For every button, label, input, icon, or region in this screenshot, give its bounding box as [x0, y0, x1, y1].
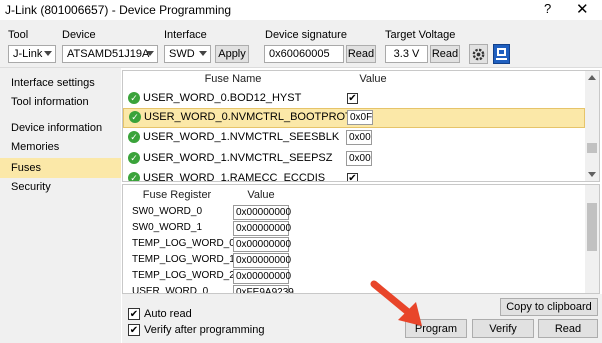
fuse-checkbox[interactable]: ✔: [347, 173, 358, 181]
scroll-thumb[interactable]: [587, 143, 597, 153]
tool-select-value: J-Link: [13, 48, 43, 60]
register-value-input[interactable]: 0x00000000: [233, 221, 291, 236]
tool-label: Tool: [8, 29, 29, 41]
verify-after-label: Verify after programming: [144, 324, 265, 336]
device-info-button[interactable]: [493, 44, 510, 64]
fuse-value-input[interactable]: 0x00: [346, 130, 372, 145]
check-circle-icon: ✓: [128, 92, 140, 104]
bottom-bar: ✔ Auto read ✔ Verify after programming C…: [122, 294, 602, 343]
chevron-down-icon: [146, 51, 154, 56]
scroll-thumb[interactable]: [587, 203, 597, 251]
settings-button[interactable]: [469, 44, 488, 64]
fuses-table: Fuse Name Value ✓ USER_WORD_0.BOD12_HYST…: [122, 70, 600, 182]
register-value-input[interactable]: 0xFE9A9239: [233, 285, 294, 293]
register-name: SW0_WORD_1: [132, 222, 203, 233]
annotation-arrow-icon: [370, 280, 422, 326]
verify-button[interactable]: Verify: [472, 319, 534, 338]
check-circle-icon: ✓: [129, 111, 141, 123]
help-button[interactable]: ?: [544, 1, 551, 16]
interface-select[interactable]: SWD: [164, 45, 211, 63]
fuse-name: USER_WORD_1.NVMCTRL_SEEPSZ: [143, 152, 333, 164]
title-bar: J-Link (801006657) - Device Programming …: [0, 0, 602, 20]
table-row[interactable]: ✓ USER_WORD_1.RAMECC_ECCDIS ✔: [123, 170, 585, 182]
vertical-scrollbar[interactable]: [585, 185, 599, 293]
auto-read-checkbox[interactable]: ✔: [128, 308, 140, 320]
read-button[interactable]: Read: [538, 319, 598, 338]
fuse-name: USER_WORD_1.RAMECC_ECCDIS: [143, 172, 326, 182]
register-name: SW0_WORD_0: [132, 206, 203, 217]
fuse-name: USER_WORD_1.NVMCTRL_SEESBLK: [143, 131, 340, 143]
tool-select[interactable]: J-Link: [8, 45, 56, 63]
check-circle-icon: ✓: [128, 131, 140, 143]
voltage-read-button[interactable]: Read: [430, 45, 460, 63]
register-value-input[interactable]: 0x00000000: [233, 237, 291, 252]
register-name: USER_WORD_0: [132, 286, 209, 294]
sidebar-item-tool-information[interactable]: Tool information: [0, 93, 121, 111]
sidebar: Interface settings Tool information Devi…: [0, 68, 121, 343]
table-row[interactable]: ✓ USER_WORD_1.NVMCTRL_SEESBLK 0x00: [123, 129, 585, 147]
auto-read-label: Auto read: [144, 308, 192, 320]
sidebar-item-fuses[interactable]: Fuses: [0, 158, 121, 178]
device-label: Device: [62, 29, 96, 41]
fuse-value-input[interactable]: 0x0F: [347, 110, 373, 125]
chevron-down-icon: [44, 51, 52, 56]
signature-read-button[interactable]: Read: [346, 45, 376, 63]
gear-icon: [472, 48, 485, 61]
window-title: J-Link (801006657) - Device Programming: [5, 3, 232, 17]
table-row[interactable]: ✓ USER_WORD_0.BOD12_HYST ✔: [123, 90, 585, 108]
sidebar-item-device-information[interactable]: Device information: [0, 119, 121, 137]
copy-to-clipboard-button[interactable]: Copy to clipboard: [500, 298, 598, 316]
signature-label: Device signature: [265, 29, 347, 41]
check-circle-icon: ✓: [128, 152, 140, 164]
scroll-up-icon[interactable]: [588, 75, 596, 80]
register-value-input[interactable]: 0x00000000: [233, 269, 291, 284]
register-name: TEMP_LOG_WORD_2: [132, 270, 235, 281]
verify-after-checkbox[interactable]: ✔: [128, 324, 140, 336]
voltage-field[interactable]: 3.3 V: [385, 45, 428, 63]
register-value-input[interactable]: 0x00000000: [233, 253, 291, 268]
sidebar-item-security[interactable]: Security: [0, 178, 121, 196]
sidebar-item-interface-settings[interactable]: Interface settings: [0, 74, 121, 92]
table-row-selected[interactable]: ✓ USER_WORD_0.NVMCTRL_BOOTPROT 0x0F: [123, 108, 585, 128]
fuse-name: USER_WORD_0.NVMCTRL_BOOTPROT: [144, 111, 352, 123]
interface-label: Interface: [164, 29, 207, 41]
device-select[interactable]: ATSAMD51J19A: [62, 45, 158, 63]
fuse-value-header: Value: [359, 73, 387, 85]
scroll-down-icon[interactable]: [588, 172, 596, 177]
fuse-checkbox[interactable]: ✔: [347, 93, 358, 104]
close-button[interactable]: ✕: [576, 0, 589, 18]
signature-field[interactable]: 0x60060005: [264, 45, 344, 63]
sidebar-item-memories[interactable]: Memories: [0, 138, 121, 156]
voltage-label: Target Voltage: [385, 29, 456, 41]
register-value-header: Value: [247, 189, 275, 201]
check-circle-icon: ✓: [128, 172, 140, 181]
register-name-header: Fuse Register: [142, 189, 212, 201]
device-select-value: ATSAMD51J19A: [67, 48, 150, 60]
apply-button[interactable]: Apply: [215, 45, 249, 63]
interface-select-value: SWD: [169, 48, 195, 60]
fuse-name-header: Fuse Name: [204, 73, 262, 85]
chevron-down-icon: [199, 51, 207, 56]
table-row[interactable]: ✓ USER_WORD_1.NVMCTRL_SEEPSZ 0x00: [123, 150, 585, 168]
register-name: TEMP_LOG_WORD_0: [132, 238, 235, 249]
fuse-register-table: Fuse Register Value SW0_WORD_0 0x0000000…: [122, 184, 600, 294]
toolbar: Tool J-Link Device ATSAMD51J19A Interfac…: [0, 20, 602, 68]
register-value-input[interactable]: 0x00000000: [233, 205, 291, 220]
fuse-value-input[interactable]: 0x00: [346, 151, 372, 166]
vertical-scrollbar[interactable]: [585, 71, 599, 181]
register-name: TEMP_LOG_WORD_1: [132, 254, 235, 265]
fuse-name: USER_WORD_0.BOD12_HYST: [143, 92, 302, 104]
chip-icon: [496, 48, 507, 60]
